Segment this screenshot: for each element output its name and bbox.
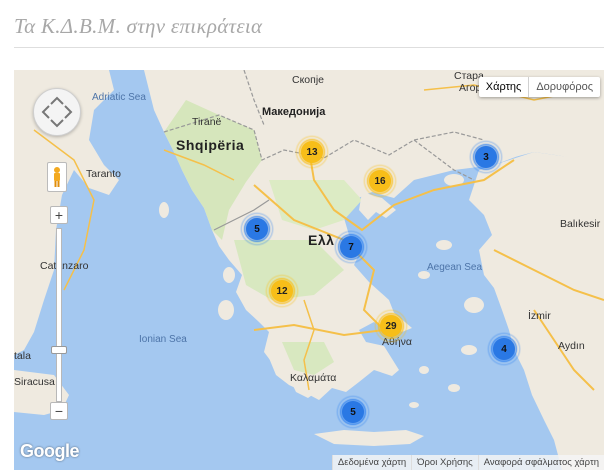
zoom-slider-handle[interactable] bbox=[51, 346, 67, 354]
terms-link[interactable]: Όροι Χρήσης bbox=[411, 455, 478, 470]
zoom-in-button[interactable]: + bbox=[50, 206, 68, 224]
greece-label: Ελλ bbox=[308, 232, 335, 248]
map-type-control: Χάρτης Δορυφόρος bbox=[478, 77, 600, 97]
taranto-label: Taranto bbox=[86, 168, 122, 180]
cluster-count: 4 bbox=[493, 338, 515, 360]
cluster-marker[interactable]: 3 bbox=[469, 140, 503, 174]
ionian-sea-label: Ionian Sea bbox=[139, 334, 187, 345]
cluster-marker[interactable]: 5 bbox=[240, 212, 274, 246]
map-type-satellite-button[interactable]: Δορυφόρος bbox=[529, 77, 600, 97]
aydin-label: Aydın bbox=[558, 340, 585, 352]
cluster-count: 13 bbox=[301, 141, 323, 163]
catanzaro-label: Catanzaro bbox=[40, 260, 89, 272]
cluster-marker[interactable]: 12 bbox=[265, 274, 299, 308]
title-divider bbox=[14, 47, 604, 48]
cluster-marker[interactable]: 29 bbox=[374, 309, 408, 343]
street-view-pegman-icon[interactable] bbox=[47, 162, 67, 192]
map-base-layer bbox=[14, 70, 604, 470]
cluster-count: 7 bbox=[340, 236, 362, 258]
kalamata-label: Καλαμάτα bbox=[290, 372, 337, 384]
izmir-label: İzmir bbox=[528, 310, 551, 322]
cluster-count: 12 bbox=[271, 280, 293, 302]
siracusa-label: Siracusa bbox=[14, 376, 55, 388]
map-type-map-button[interactable]: Χάρτης bbox=[479, 77, 530, 97]
albania-label: Shqipëria bbox=[176, 137, 245, 153]
map-data-link[interactable]: Δεδομένα χάρτη bbox=[331, 455, 412, 470]
map[interactable]: Adriatic Sea Ionian Sea Aegean Sea Shqip… bbox=[14, 70, 604, 470]
cluster-marker[interactable]: 5 bbox=[336, 395, 370, 429]
map-attribution-bar: Δεδομένα χάρτη Όροι Χρήσης Αναφορά σφάλμ… bbox=[331, 455, 604, 470]
tala-label: tala bbox=[14, 350, 31, 362]
page-title: Τα Κ.Δ.Β.Μ. στην επικράτεια bbox=[14, 14, 263, 38]
zoom-slider-track[interactable] bbox=[56, 228, 62, 402]
pan-arrows-icon bbox=[41, 96, 73, 128]
cluster-count: 16 bbox=[369, 170, 391, 192]
cluster-marker[interactable]: 4 bbox=[487, 332, 521, 366]
cluster-marker[interactable]: 16 bbox=[363, 164, 397, 198]
cluster-marker[interactable]: 7 bbox=[334, 230, 368, 264]
google-logo: Google bbox=[20, 441, 80, 461]
pegman-figure-icon bbox=[54, 167, 60, 187]
zoom-out-button[interactable]: − bbox=[50, 402, 68, 420]
report-error-link[interactable]: Αναφορά σφάλματος χάρτη bbox=[477, 455, 604, 470]
cluster-count: 5 bbox=[342, 401, 364, 423]
skopje-label: Скопје bbox=[292, 74, 324, 86]
cluster-count: 29 bbox=[380, 315, 402, 337]
cluster-count: 3 bbox=[475, 146, 497, 168]
aegean-sea-label: Aegean Sea bbox=[427, 262, 483, 273]
cluster-marker[interactable]: 13 bbox=[295, 135, 329, 169]
balikesir-label: Balıkesir bbox=[560, 218, 601, 230]
adriatic-sea-label: Adriatic Sea bbox=[92, 92, 146, 103]
macedonia-label: Македонија bbox=[262, 106, 326, 118]
pan-control[interactable] bbox=[33, 88, 81, 136]
cluster-count: 5 bbox=[246, 218, 268, 240]
tirane-label: Tiranë bbox=[192, 116, 222, 128]
